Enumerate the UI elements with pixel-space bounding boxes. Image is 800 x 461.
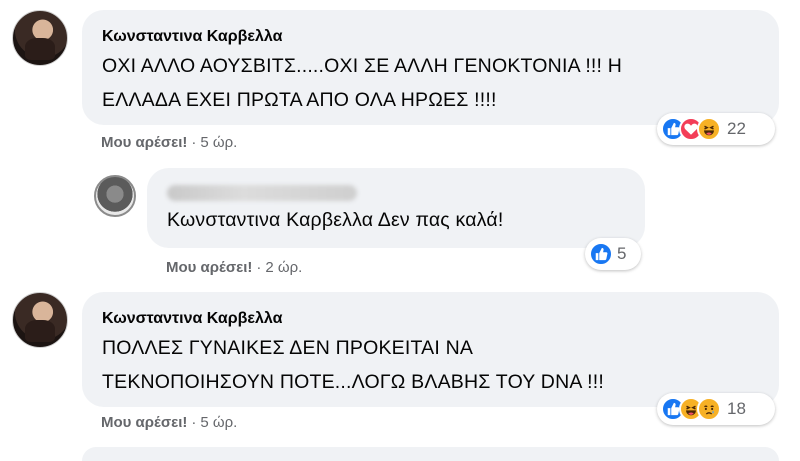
hidden-author-name [167, 185, 357, 201]
separator-dot: · [256, 259, 262, 276]
like-button[interactable]: Μου αρέσει! [101, 414, 187, 431]
like-icon [589, 242, 613, 266]
timestamp[interactable]: 5 ώρ. [200, 134, 237, 151]
comment-text-line: ΕΛΛΑΔΑ ΕΧΕΙ ΠΡΩΤΑ ΑΠΟ ΟΛΑ ΗΡΩΕΣ !!!! [102, 89, 497, 111]
reactions-summary[interactable]: 5 [585, 238, 641, 270]
comment-author[interactable]: Κωνσταντινα Καρβελλα [102, 310, 282, 328]
timestamp[interactable]: 2 ώρ. [265, 259, 302, 276]
reply-actions: Μου αρέσει! · 2 ώρ. [166, 259, 302, 276]
next-comment-bubble-edge [82, 447, 779, 461]
commenter-avatar[interactable] [12, 10, 68, 66]
timestamp[interactable]: 5 ώρ. [200, 414, 237, 431]
reactions-summary[interactable]: 18 [657, 393, 775, 425]
comment-bubble: Κωνσταντινα Καρβελλα ΟΧΙ ΑΛΛΟ ΑΟΥΣΒΙΤΣ..… [82, 10, 779, 125]
like-button[interactable]: Μου αρέσει! [166, 259, 252, 276]
reply-bubble: Κωνσταντινα Καρβελλα Δεν πας καλά! [147, 168, 645, 248]
haha-icon [697, 117, 721, 141]
reactions-summary[interactable]: 22 [657, 113, 775, 145]
commenter-avatar[interactable] [12, 292, 68, 348]
comment-actions: Μου αρέσει! · 5 ώρ. [101, 134, 237, 151]
separator-dot: · [191, 414, 197, 431]
comment-actions: Μου αρέσει! · 5 ώρ. [101, 414, 237, 431]
reaction-count: 22 [727, 119, 746, 138]
comment-bubble: Κωνσταντινα Καρβελλα ΠΟΛΛΕΣ ΓΥΝΑΙΚΕΣ ΔΕΝ… [82, 292, 779, 407]
sad-icon [697, 397, 721, 421]
reaction-count: 18 [727, 399, 746, 418]
reaction-count: 5 [617, 244, 627, 263]
comment-author[interactable]: Κωνσταντινα Καρβελλα [102, 28, 282, 46]
reply-avatar[interactable] [94, 175, 136, 217]
separator-dot: · [191, 134, 197, 151]
comment-text-line: ΠΟΛΛΕΣ ΓΥΝΑΙΚΕΣ ΔΕΝ ΠΡΟΚΕΙΤΑΙ ΝΑ [102, 337, 474, 359]
comment-text-line: ΟΧΙ ΑΛΛΟ ΑΟΥΣΒΙΤΣ.....ΟΧΙ ΣΕ ΑΛΛΗ ΓΕΝΟΚΤ… [102, 55, 623, 77]
comment-text-line: ΤΕΚΝΟΠΟΙΗΣΟΥΝ ΠΟΤΕ...ΛΟΓΩ ΒΛΑΒΗΣ ΤΟΥ DNA… [102, 371, 604, 393]
like-button[interactable]: Μου αρέσει! [101, 134, 187, 151]
reply-text: Κωνσταντινα Καρβελλα Δεν πας καλά! [167, 209, 504, 231]
